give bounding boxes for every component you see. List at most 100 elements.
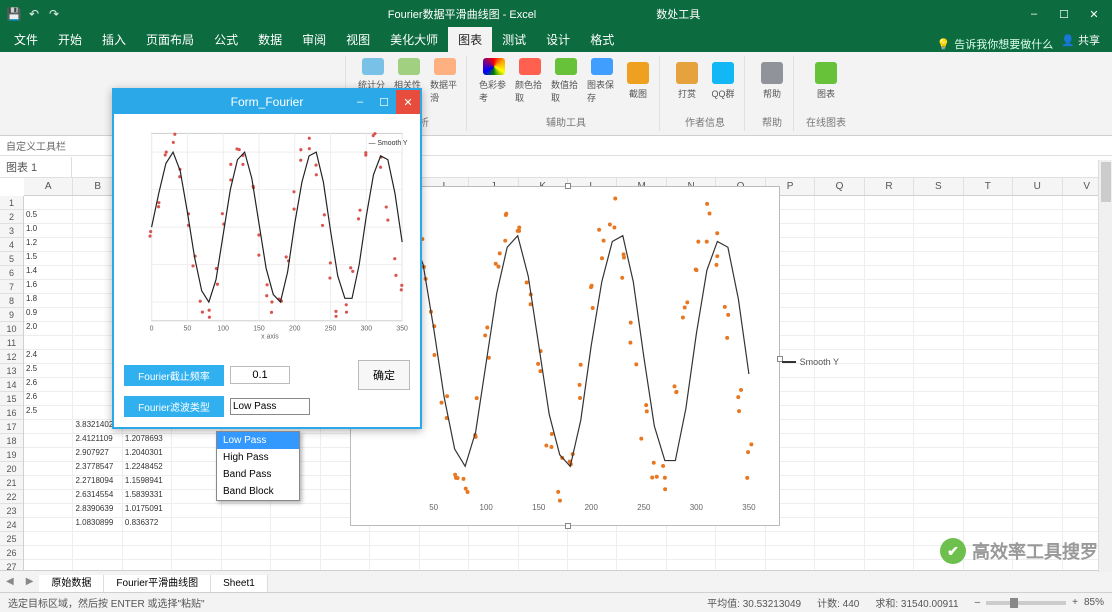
cell[interactable] [815, 490, 864, 504]
cell[interactable] [815, 266, 864, 280]
dialog-close-button[interactable]: ✕ [396, 90, 420, 114]
tab-美化大师[interactable]: 美化大师 [380, 27, 448, 52]
cell[interactable] [519, 546, 568, 560]
data-smooth-button[interactable]: 数据平滑 [430, 58, 460, 104]
cell[interactable] [865, 210, 914, 224]
cell[interactable] [1013, 322, 1062, 336]
cell[interactable] [914, 308, 963, 322]
cell[interactable] [24, 196, 73, 210]
cell[interactable] [865, 490, 914, 504]
tab-图表[interactable]: 图表 [448, 27, 492, 52]
cell[interactable] [24, 420, 73, 434]
tab-格式[interactable]: 格式 [580, 27, 624, 52]
cell[interactable]: 2.6 [24, 392, 73, 406]
cell[interactable] [964, 420, 1013, 434]
cell[interactable] [1013, 518, 1062, 532]
tab-页面布局[interactable]: 页面布局 [136, 27, 204, 52]
cell[interactable] [1013, 476, 1062, 490]
cell[interactable] [469, 532, 518, 546]
cell[interactable] [1013, 504, 1062, 518]
cell[interactable] [24, 336, 73, 350]
cell[interactable] [914, 392, 963, 406]
row-header[interactable]: 4 [0, 238, 23, 252]
row-header[interactable]: 5 [0, 252, 23, 266]
row-header[interactable]: 8 [0, 294, 23, 308]
tab-文件[interactable]: 文件 [4, 27, 48, 52]
maximize-button[interactable]: ☐ [1050, 4, 1078, 24]
row-header[interactable]: 25 [0, 532, 23, 546]
cell[interactable] [123, 532, 172, 546]
cell[interactable]: 0.836372 [123, 518, 172, 532]
col-header[interactable]: Q [815, 178, 864, 195]
cell[interactable] [1013, 350, 1062, 364]
cell[interactable] [964, 518, 1013, 532]
row-header[interactable]: 15 [0, 392, 23, 406]
qq-group-button[interactable]: QQ群 [708, 58, 738, 104]
cell[interactable] [172, 490, 221, 504]
sheet-nav-prev-icon[interactable]: ◀ [0, 576, 20, 587]
cell[interactable]: 2.2718094 [73, 476, 122, 490]
filter-type-dropdown[interactable]: Low PassHigh PassBand PassBand Block [216, 431, 300, 501]
row-header[interactable]: 18 [0, 434, 23, 448]
tab-插入[interactable]: 插入 [92, 27, 136, 52]
cell[interactable]: 1.0830899 [73, 518, 122, 532]
cell[interactable] [24, 504, 73, 518]
cell[interactable] [815, 504, 864, 518]
cell[interactable] [1013, 196, 1062, 210]
cell[interactable] [865, 322, 914, 336]
cell[interactable] [1013, 490, 1062, 504]
cell[interactable]: 1.0175091 [123, 504, 172, 518]
cell[interactable] [1013, 420, 1062, 434]
reward-button[interactable]: 打赏 [672, 58, 702, 104]
cell[interactable]: 2.4121109 [73, 434, 122, 448]
cell[interactable] [914, 294, 963, 308]
cell[interactable]: 2.4 [24, 350, 73, 364]
name-box[interactable]: 图表 1 [0, 157, 72, 177]
cell[interactable] [914, 336, 963, 350]
confirm-button[interactable]: 确定 [358, 360, 410, 390]
cell[interactable] [815, 336, 864, 350]
cell[interactable] [914, 476, 963, 490]
cell[interactable] [815, 406, 864, 420]
cell[interactable]: 1.5 [24, 252, 73, 266]
cell[interactable] [24, 448, 73, 462]
row-header[interactable]: 26 [0, 546, 23, 560]
cell[interactable]: 1.2 [24, 238, 73, 252]
filter-option[interactable]: Low Pass [217, 432, 299, 449]
cell[interactable] [271, 546, 320, 560]
cell[interactable] [815, 252, 864, 266]
cell[interactable] [964, 196, 1013, 210]
cell[interactable] [914, 252, 963, 266]
cell[interactable] [964, 280, 1013, 294]
cell[interactable] [519, 532, 568, 546]
cell[interactable] [370, 546, 419, 560]
cell[interactable] [1013, 378, 1062, 392]
zoom-control[interactable]: – + 85% [975, 597, 1104, 608]
cell[interactable] [964, 238, 1013, 252]
save-icon[interactable]: 💾 [6, 6, 22, 22]
cell[interactable] [865, 406, 914, 420]
minimize-button[interactable]: – [1020, 4, 1048, 24]
cell[interactable] [568, 546, 617, 560]
row-header[interactable]: 21 [0, 476, 23, 490]
sheet-tab[interactable]: Fourier平滑曲线图 [104, 575, 211, 592]
cell[interactable] [964, 252, 1013, 266]
row-header[interactable]: 16 [0, 406, 23, 420]
cell[interactable] [766, 532, 815, 546]
cell[interactable] [815, 238, 864, 252]
cell[interactable] [914, 196, 963, 210]
cell[interactable] [815, 462, 864, 476]
row-header[interactable]: 9 [0, 308, 23, 322]
cell[interactable] [321, 532, 370, 546]
cell[interactable] [1013, 392, 1062, 406]
cell[interactable]: 1.6 [24, 280, 73, 294]
row-header[interactable]: 19 [0, 448, 23, 462]
screenshot-button[interactable]: 截图 [623, 58, 653, 104]
cell[interactable] [865, 350, 914, 364]
cell[interactable] [24, 546, 73, 560]
row-header[interactable]: 7 [0, 280, 23, 294]
row-header[interactable]: 13 [0, 364, 23, 378]
cell[interactable] [865, 364, 914, 378]
cell[interactable] [914, 364, 963, 378]
cell[interactable]: 1.5839331 [123, 490, 172, 504]
